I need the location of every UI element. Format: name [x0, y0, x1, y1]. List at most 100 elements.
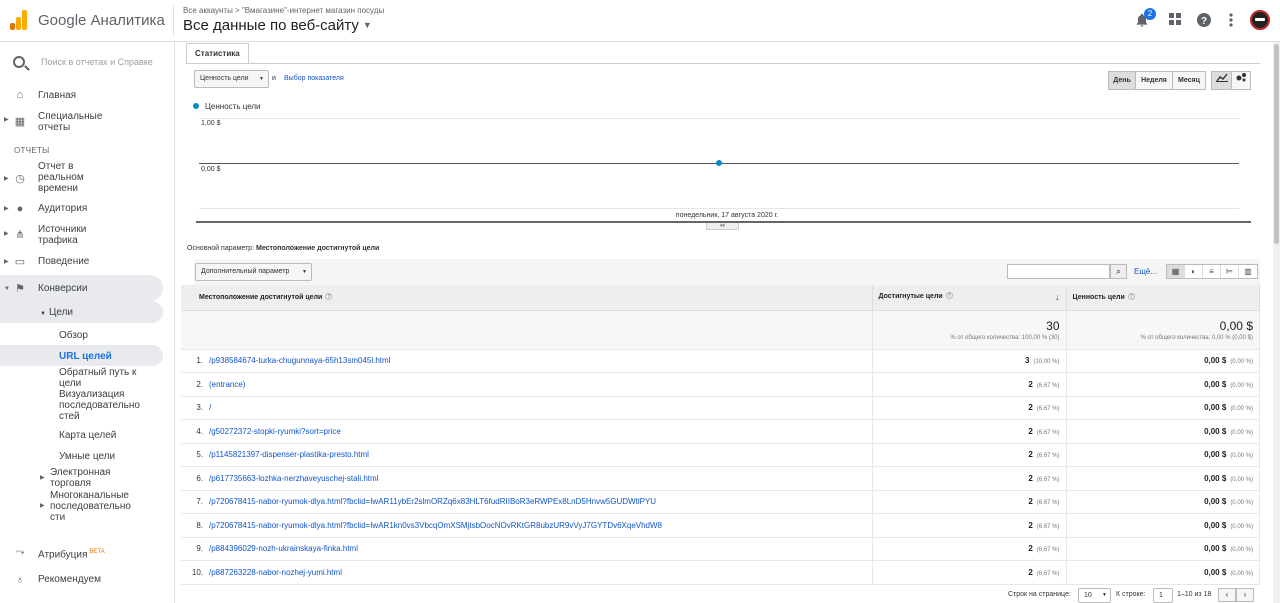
goal-url-link[interactable]: /g50272372-stopki-ryumki?sort=price — [209, 427, 341, 436]
sidebar-item-custom-reports[interactable]: ▶ ▦ Специальные отчеты — [0, 111, 163, 133]
breadcrumb[interactable]: Все аккаунты > "Вмагазине"-интернет мага… — [183, 6, 384, 15]
day-button[interactable]: День — [1108, 71, 1136, 90]
search-icon[interactable]: ⌕ — [1110, 264, 1127, 279]
sidebar-item-attribution[interactable]: ⤳ Атрибуция BETA — [0, 546, 163, 561]
sidebar-item-behavior[interactable]: ▶ ▭ Поведение — [0, 256, 163, 268]
sidebar-item-acquisition[interactable]: ▶ ⋔ Источники трафика — [0, 224, 163, 246]
analytics-logo-icon[interactable] — [10, 10, 28, 30]
goto-row-input[interactable]: 1 — [1153, 588, 1173, 603]
goal-url-link[interactable]: /p617735663-lozhka-nerzhaveyuschej-stali… — [209, 474, 378, 483]
behavior-icon: ▭ — [14, 256, 26, 268]
sidebar-item-label: Цели — [48, 307, 74, 318]
performance-view-icon[interactable]: ≡ — [1203, 265, 1221, 278]
rows-per-page-select[interactable]: 10 ▼ — [1078, 588, 1111, 603]
table-search-input[interactable] — [1007, 264, 1110, 279]
chevron-right-icon: ▶ — [4, 259, 9, 265]
apps-grid-icon[interactable] — [1166, 12, 1184, 30]
divider — [173, 6, 174, 36]
goal-url-link[interactable]: /p887263228-nabor-nozhej-yumi.html — [209, 568, 342, 577]
goal-completions-cell: 2 (6,67 %) — [872, 419, 1067, 444]
sidebar-item-goal-urls[interactable]: URL целей — [59, 351, 112, 362]
table-row: 10. /p887263228-nabor-nozhej-yumi.html 2 (6… — [181, 560, 1260, 585]
goal-location-cell: 7. /p720678415-nabor-ryumok-dlya.html?fbc… — [181, 490, 873, 514]
primary-dimension-label: Основной параметр: — [187, 245, 255, 252]
motion-chart-toggle-icon[interactable] — [1231, 71, 1251, 90]
table-view-icon[interactable]: ▦ — [1167, 265, 1185, 278]
goal-location-cell: 6. /p617735663-lozhka-nerzhaveyuschej-sta… — [181, 466, 873, 491]
sidebar-item-conversions[interactable]: ▼ ⚑ Конверсии — [0, 283, 163, 295]
chart-range-handle[interactable]: ▾▾ — [706, 223, 739, 230]
goal-value-value: 0,00 $ — [1204, 520, 1227, 530]
column-header-goal-completions[interactable]: Достигнутые цели? ↓ — [872, 285, 1067, 311]
sidebar-item-label: Атрибуция — [38, 549, 88, 561]
property-selector[interactable]: Все данные по веб-сайту ▼ — [183, 17, 372, 34]
goal-value-cell: 0,00 $ (0,00 %) — [1066, 466, 1260, 491]
sidebar-item-home[interactable]: ⌂ Главная — [0, 89, 163, 101]
page-scrollbar[interactable] — [1273, 42, 1280, 603]
goal-url-link[interactable]: /p720678415-nabor-ryumok-dlya.html?fbcli… — [209, 521, 662, 530]
sidebar-item-multichannel[interactable]: ▶ Многоканальные последовательно сти — [40, 490, 131, 523]
sidebar-item-smart-goals[interactable]: Умные цели — [59, 451, 115, 462]
view-toggle-group: ▦ ◐ ≡ ⊨ ▥ — [1166, 264, 1258, 279]
goal-completions-pct: (10,00 %) — [1033, 359, 1060, 366]
sidebar-item-ecommerce[interactable]: ▶ Электронная торговля — [40, 467, 110, 489]
active-subsection-highlight — [0, 301, 163, 323]
help-icon[interactable]: ? — [945, 292, 953, 300]
acquisition-icon: ⋔ — [15, 229, 25, 241]
choose-metric-link[interactable]: Выбор показателя — [284, 75, 344, 82]
sidebar-item-goal-flow[interactable]: Карта целей — [59, 430, 116, 441]
sidebar-item-funnel[interactable]: Визуализация последовательно стей — [59, 389, 140, 422]
goal-completions-pct: (6,67 %) — [1036, 500, 1060, 507]
search-placeholder: Поиск в отчетах и Справке — [41, 57, 153, 67]
row-number: 10. — [191, 567, 203, 577]
goal-url-link[interactable]: /p884396029-nozh-ukrainskaya-finka.html — [209, 544, 358, 553]
brand-title[interactable]: Google Аналитика — [38, 12, 165, 29]
sidebar-item-audience[interactable]: ▶ ● Аудитория — [0, 203, 163, 215]
column-header-goal-location[interactable]: Местоположение достигнутой цели? — [181, 285, 873, 311]
prev-page-icon[interactable]: ‹ — [1218, 588, 1236, 602]
comparison-view-icon[interactable]: ⊨ — [1221, 265, 1239, 278]
attribution-icon: ⤳ — [15, 546, 25, 558]
scrollbar-thumb[interactable] — [1274, 44, 1279, 244]
row-number: 4. — [196, 426, 203, 436]
help-icon[interactable]: ? — [325, 293, 333, 301]
pie-view-icon[interactable]: ◐ — [1185, 265, 1203, 278]
sidebar-item-reverse-goal-path[interactable]: Обратный путь к цели — [59, 367, 136, 389]
metric-select[interactable]: Ценность цели ▼ — [194, 70, 269, 88]
analytics-app: Google Аналитика Все аккаунты > "Вмагази… — [0, 0, 1280, 603]
sidebar-search[interactable]: Поиск в отчетах и Справке — [0, 52, 175, 92]
goal-url-link[interactable]: (entrance) — [209, 380, 245, 389]
help-icon[interactable]: ? — [1127, 293, 1135, 301]
chevron-right-icon: ▶ — [4, 176, 9, 182]
totals-value: 0,00 $% от общего количества: 0,00 % (0,… — [1066, 310, 1260, 350]
pivot-view-icon[interactable]: ▥ — [1239, 265, 1257, 278]
sidebar-item-overview[interactable]: Обзор — [59, 330, 88, 341]
week-button[interactable]: Неделя — [1135, 71, 1173, 90]
column-header-goal-value[interactable]: Ценность цели? — [1066, 285, 1260, 311]
goal-url-link[interactable]: / — [209, 403, 211, 412]
line-chart-toggle-icon[interactable] — [1211, 71, 1232, 90]
next-page-icon[interactable]: › — [1236, 588, 1254, 602]
goal-completions-value: 2 — [1028, 520, 1033, 530]
more-link[interactable]: Ещё... — [1134, 267, 1157, 276]
sidebar-item-realtime[interactable]: ▶ ◷ Отчет в реальном времени — [0, 161, 163, 194]
data-point[interactable] — [716, 160, 722, 166]
goal-completions-cell: 2 (6,67 %) — [872, 537, 1067, 561]
sidebar-item-label: Электронная торговля — [50, 467, 111, 489]
goal-url-link[interactable]: /p938584674-turka-chugunnaya-65h13sm045l… — [209, 356, 390, 365]
goal-completions-pct: (6,67 %) — [1036, 523, 1060, 530]
sidebar-item-goals[interactable]: ▼ Цели — [40, 307, 73, 320]
goal-url-link[interactable]: /p1145821397-dispenser-plastika-presto.h… — [209, 450, 369, 459]
chevron-right-icon: ▶ — [4, 117, 9, 123]
more-vert-icon[interactable] — [1222, 12, 1240, 30]
tab-explorer[interactable]: Статистика — [186, 43, 249, 63]
help-icon[interactable]: ? — [1195, 12, 1213, 30]
month-button[interactable]: Месяц — [1172, 71, 1206, 90]
sidebar-item-discover[interactable]: ♁ Рекомендуем — [0, 574, 163, 586]
primary-dimension-value[interactable]: Местоположение достигнутой цели — [256, 245, 379, 252]
row-number: 5. — [196, 450, 203, 460]
goal-url-link[interactable]: /p720678415-nabor-ryumok-dlya.html?fbcli… — [209, 497, 656, 506]
secondary-dimension-select[interactable]: Дополнительный параметр ▼ — [195, 263, 312, 281]
account-avatar[interactable] — [1250, 10, 1270, 30]
table-row: 4. /g50272372-stopki-ryumki?sort=price 2 (6… — [181, 419, 1260, 444]
